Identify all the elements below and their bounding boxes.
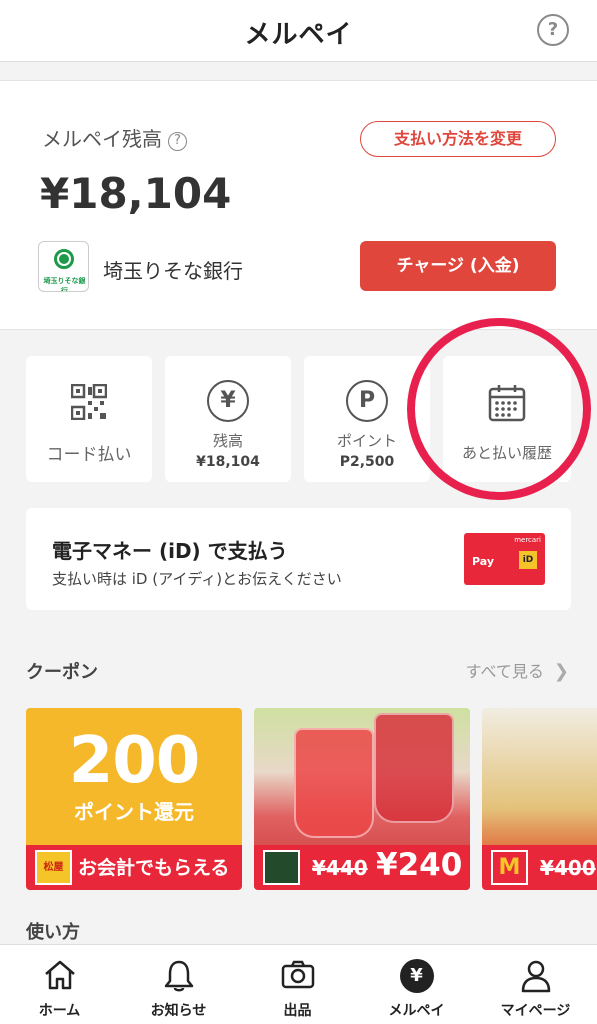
drink-image — [374, 713, 454, 823]
tab-notifications[interactable]: お知らせ — [119, 945, 238, 1024]
drink-image — [294, 728, 374, 838]
home-icon — [43, 959, 77, 995]
tile-value: ¥18,104 — [196, 454, 260, 470]
see-all-link[interactable]: すべて見る ❯ — [466, 658, 569, 682]
tile-label: コード払い — [46, 445, 132, 465]
bell-icon — [163, 959, 195, 997]
chevron-right-icon: ❯ — [553, 661, 569, 682]
coupon-card[interactable]: 200 ポイント還元 松屋 お会計でもらえる — [26, 708, 242, 890]
person-icon — [520, 959, 552, 997]
tab-merpay[interactable]: ¥ メルペイ — [357, 945, 476, 1024]
bank-logo: 埼玉りそな銀行 — [38, 241, 89, 292]
charge-button[interactable]: チャージ (入金) — [360, 241, 556, 291]
coupon-band: M ¥400 — [482, 845, 597, 890]
new-price: ¥240 — [376, 847, 463, 883]
howto-section-title: 使い方 — [26, 922, 80, 943]
balance-label: メルペイ残高 — [42, 127, 162, 151]
merpay-id-card-logo: mercari Pay iD — [464, 533, 545, 585]
old-price: ¥440 — [312, 856, 368, 880]
tile-balance[interactable]: ¥ 残高 ¥18,104 — [165, 356, 291, 482]
help-icon[interactable]: ? — [537, 14, 569, 46]
bottom-tab-bar: ホーム お知らせ 出品 ¥ メルペイ マイページ — [0, 944, 597, 1024]
coupon-band-text: お会計でもらえる — [78, 857, 230, 879]
coupon-card[interactable]: M ¥400 — [482, 708, 597, 890]
change-payment-method-button[interactable]: 支払い方法を変更 — [360, 121, 556, 157]
id-payment-card[interactable]: 電子マネー (iD) で支払う 支払い時は iD (アイディ)とお伝えください … — [26, 508, 571, 610]
coupon-subtitle: ポイント還元 — [74, 800, 194, 824]
tile-code-payment[interactable]: コード払い — [26, 356, 152, 482]
coupon-band: ¥440 ¥240 — [254, 845, 470, 890]
balance-card: メルペイ残高? ¥18,104 支払い方法を変更 埼玉りそな銀行 埼玉りそな銀行… — [0, 80, 597, 330]
coupon-section-title: クーポン — [26, 662, 98, 683]
info-icon[interactable]: ? — [168, 132, 187, 151]
id-card-subtitle: 支払い時は iD (アイディ)とお伝えください — [52, 570, 342, 588]
coupon-card[interactable]: ¥440 ¥240 — [254, 708, 470, 890]
tile-value: P2,500 — [339, 454, 395, 470]
tab-mypage[interactable]: マイページ — [476, 945, 595, 1024]
yen-circle-icon: ¥ — [207, 380, 249, 422]
store-logo — [263, 850, 300, 885]
qr-code-icon — [70, 383, 108, 424]
balance-amount: ¥18,104 — [40, 169, 232, 218]
tab-sell[interactable]: 出品 — [238, 945, 357, 1024]
point-circle-icon: P — [346, 380, 388, 422]
top-app-bar: メルペイ ? — [0, 0, 597, 62]
store-logo: M — [491, 850, 528, 885]
tile-label: 残高 — [212, 432, 243, 450]
coupon-band: 松屋 お会計でもらえる — [26, 845, 242, 890]
store-logo: 松屋 — [35, 850, 72, 885]
camera-icon — [281, 959, 315, 993]
bank-name: 埼玉りそな銀行 — [103, 259, 243, 283]
bank-logo-text: 埼玉りそな銀行 — [43, 277, 86, 292]
page-title: メルペイ — [244, 20, 353, 50]
coupon-big-number: 200 — [68, 724, 201, 798]
tab-home[interactable]: ホーム — [0, 945, 119, 1024]
highlight-circle-annotation — [407, 318, 591, 500]
id-card-title: 電子マネー (iD) で支払う — [52, 539, 288, 563]
merpay-yen-icon: ¥ — [399, 959, 434, 993]
old-price: ¥400 — [540, 856, 596, 880]
balance-label-row: メルペイ残高? — [42, 123, 187, 152]
